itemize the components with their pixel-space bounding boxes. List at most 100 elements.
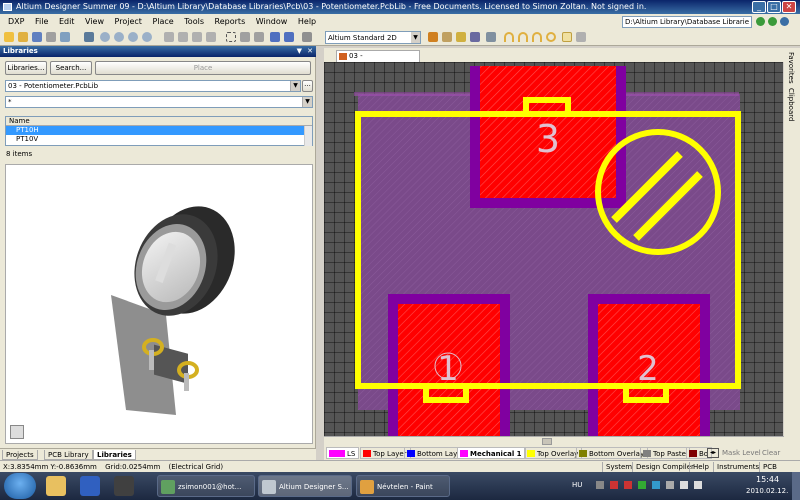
place-pad-icon[interactable]	[428, 32, 438, 42]
clock-date[interactable]: 2010.02.12.	[746, 487, 788, 495]
list-item[interactable]: PT10H	[6, 126, 312, 135]
list-header-name[interactable]: Name	[6, 117, 312, 126]
menu-reports[interactable]: Reports	[211, 14, 250, 29]
system-button[interactable]: System	[602, 462, 635, 472]
explorer-icon[interactable]	[46, 476, 66, 496]
menu-dxp[interactable]: DXP	[4, 14, 28, 29]
instruments-button[interactable]: Instruments	[713, 462, 762, 472]
tab-pcb-library[interactable]: PCB Library	[44, 450, 93, 460]
menu-place[interactable]: Place	[148, 14, 177, 29]
place-via-icon[interactable]	[442, 32, 452, 42]
minimize-button[interactable]: _	[752, 1, 766, 13]
layer-tab-top-overlay[interactable]: Top Overlay	[524, 447, 583, 459]
favorites-tab[interactable]: Favorites	[787, 52, 795, 84]
grid-icon[interactable]	[302, 32, 312, 42]
home-icon[interactable]	[780, 17, 789, 26]
tray-icon[interactable]	[666, 481, 674, 489]
network-icon[interactable]	[680, 481, 688, 489]
view-mode-select[interactable]: Altium Standard 2D ▼	[325, 31, 421, 44]
component-3d-preview[interactable]	[5, 164, 313, 444]
start-button[interactable]	[4, 473, 36, 499]
close-panel-icon[interactable]: ✕	[307, 46, 313, 57]
task-messenger[interactable]: zsimon001@hot...	[157, 475, 255, 497]
print-icon[interactable]	[46, 32, 56, 42]
chevron-down-icon[interactable]: ▼	[411, 32, 420, 43]
arc-center-icon[interactable]	[504, 32, 514, 42]
layer-tab-top-paste[interactable]: Top Paste	[640, 447, 690, 459]
back-icon[interactable]	[756, 17, 765, 26]
clipboard-tab[interactable]: Clipboard	[787, 88, 795, 121]
zoom-fit-icon[interactable]	[100, 32, 110, 42]
menu-edit[interactable]: Edit	[55, 14, 79, 29]
zoom-area-icon[interactable]	[114, 32, 124, 42]
clear-button[interactable]: Clear	[762, 446, 780, 460]
save-icon[interactable]	[32, 32, 42, 42]
fill-icon[interactable]	[562, 32, 572, 42]
library-options-button[interactable]: ···	[302, 80, 313, 92]
maximize-button[interactable]: □	[767, 1, 781, 13]
media-player-icon[interactable]	[114, 476, 134, 496]
forward-icon[interactable]	[768, 17, 777, 26]
3d-view-icon[interactable]	[84, 32, 94, 42]
filter-input[interactable]: * ▼	[5, 96, 313, 108]
arc-edge-icon[interactable]	[518, 32, 528, 42]
arc-any-icon[interactable]	[532, 32, 542, 42]
clock-time[interactable]: 15:44	[756, 475, 779, 484]
document-tab[interactable]: 03 - Potentiometer.PcbLib	[336, 50, 423, 71]
pcb-canvas[interactable]: 3 1 2	[324, 62, 783, 436]
array-paste-icon[interactable]	[576, 32, 586, 42]
tray-icon[interactable]	[596, 481, 604, 489]
mask-level-button[interactable]: Mask Level	[722, 446, 761, 460]
new-icon[interactable]	[4, 32, 14, 42]
menu-view[interactable]: View	[81, 14, 108, 29]
coordinate-icon[interactable]	[486, 32, 496, 42]
circle-icon[interactable]	[546, 32, 556, 42]
place-string-icon[interactable]	[456, 32, 466, 42]
internet-explorer-icon[interactable]	[80, 476, 100, 496]
deselect-icon[interactable]	[254, 32, 264, 42]
undo-icon[interactable]	[270, 32, 280, 42]
tray-icon[interactable]	[638, 481, 646, 489]
search-button[interactable]: Search...	[50, 61, 92, 75]
tray-icon[interactable]	[624, 481, 632, 489]
preview-mode-icon[interactable]	[10, 425, 24, 439]
library-select[interactable]: 03 - Potentiometer.PcbLib ▼	[5, 80, 301, 92]
tab-projects[interactable]: Projects	[2, 450, 38, 460]
zoom-filtered-icon[interactable]	[142, 32, 152, 42]
menu-tools[interactable]: Tools	[180, 14, 208, 29]
tray-icon[interactable]	[652, 481, 660, 489]
language-indicator[interactable]: HU	[572, 481, 582, 489]
show-desktop-button[interactable]	[792, 472, 800, 500]
text-icon[interactable]	[470, 32, 480, 42]
horizontal-scrollbar[interactable]	[324, 436, 784, 446]
tab-libraries[interactable]: Libraries	[93, 450, 136, 460]
rubber-stamp-icon[interactable]	[206, 32, 216, 42]
layer-tab-mechanical-1[interactable]: Mechanical 1	[457, 447, 526, 459]
task-altium[interactable]: Altium Designer S...	[258, 475, 352, 497]
help-button[interactable]: Help	[689, 462, 712, 472]
pin-icon[interactable]: ▼	[297, 46, 302, 57]
menu-help[interactable]: Help	[294, 14, 320, 29]
select-area-icon[interactable]	[226, 32, 236, 42]
place-button[interactable]: Place	[95, 61, 311, 75]
chevron-down-icon[interactable]: ▼	[290, 81, 300, 91]
paste-icon[interactable]	[192, 32, 202, 42]
layer-tab-top-layer[interactable]: Top Layer	[360, 447, 411, 459]
libraries-button[interactable]: Libraries...	[5, 61, 47, 75]
copy-icon[interactable]	[178, 32, 188, 42]
tray-icon[interactable]	[610, 481, 618, 489]
list-item[interactable]: PT10V	[6, 135, 312, 144]
menu-project[interactable]: Project	[111, 14, 146, 29]
document-path-field[interactable]: D:\Altium Library\Database Librarie	[622, 16, 752, 28]
menu-file[interactable]: File	[31, 14, 52, 29]
preview-icon[interactable]	[60, 32, 70, 42]
menu-window[interactable]: Window	[252, 14, 292, 29]
layer-scroll-icon[interactable]: ◂▸	[707, 448, 719, 458]
open-icon[interactable]	[18, 32, 28, 42]
move-icon[interactable]	[240, 32, 250, 42]
cut-icon[interactable]	[164, 32, 174, 42]
pcb-button[interactable]: PCB	[759, 462, 780, 472]
task-paint[interactable]: Névtelen - Paint	[356, 475, 450, 497]
layer-tab-bottom-overlay[interactable]: Bottom Overlay	[576, 447, 649, 459]
design-compiler-button[interactable]: Design Compiler	[632, 462, 697, 472]
